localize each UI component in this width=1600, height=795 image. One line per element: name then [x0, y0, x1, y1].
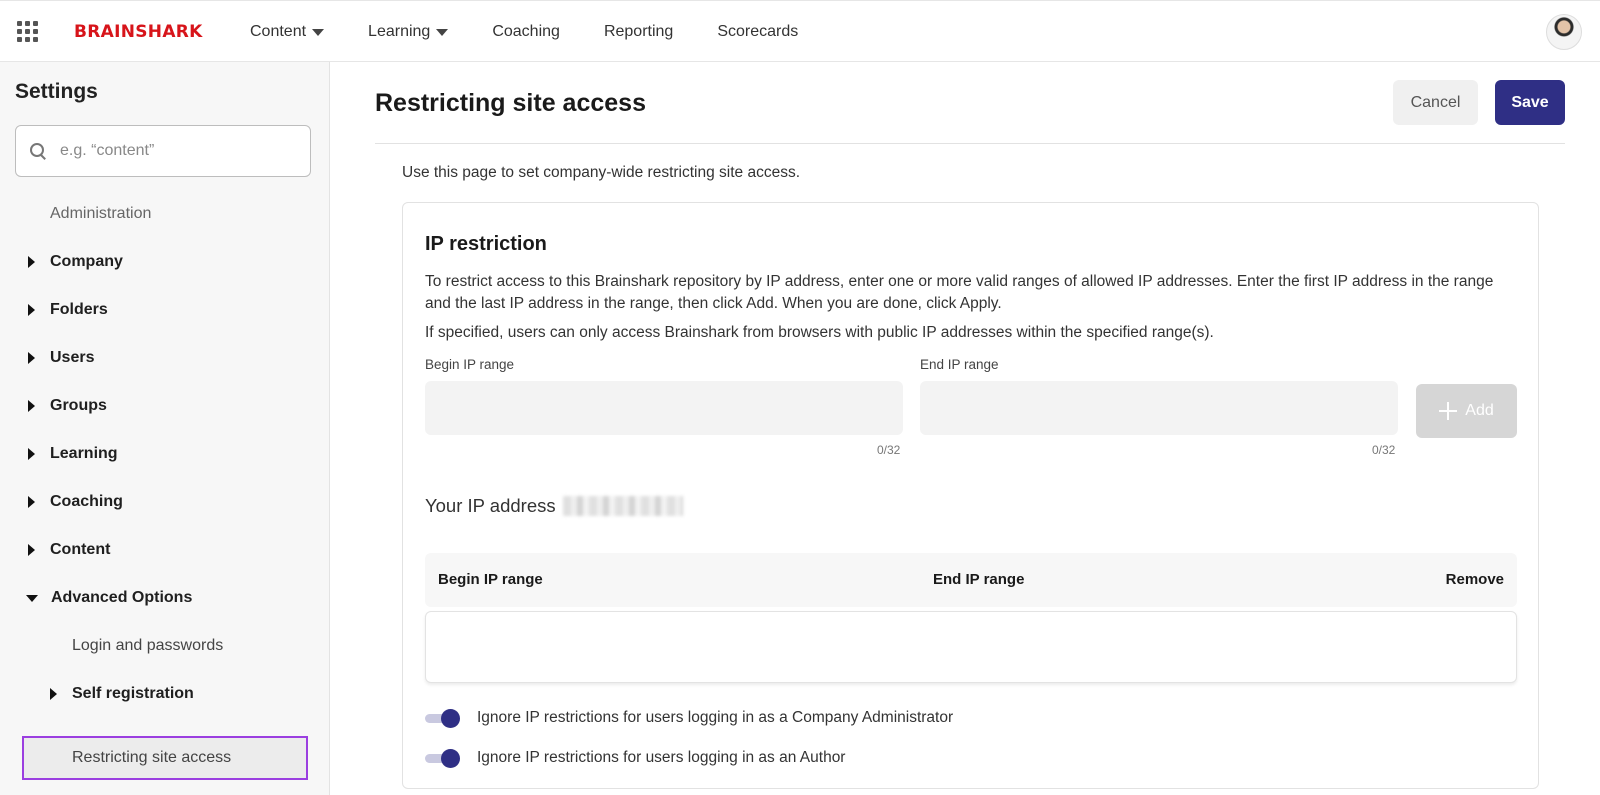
toggle-knob: [441, 749, 460, 768]
caret-right-icon: [28, 352, 35, 364]
ignore-author-toggle[interactable]: [425, 748, 461, 768]
sidebar-item-users[interactable]: Users: [0, 338, 330, 378]
nav-reporting-label: Reporting: [603, 23, 674, 40]
caret-right-icon: [28, 400, 35, 412]
page-intro-text: Use this page to set company-wide restri…: [402, 164, 801, 181]
end-ip-input[interactable]: [920, 381, 1398, 435]
save-button[interactable]: Save: [1495, 80, 1565, 125]
sidebar-item-advanced-options[interactable]: Advanced Options: [0, 578, 330, 618]
begin-ip-input[interactable]: [425, 381, 903, 435]
toggle-label: Ignore IP restrictions for users logging…: [477, 749, 846, 766]
toggle-row-author: Ignore IP restrictions for users logging…: [425, 748, 845, 768]
sidebar-item-label: Users: [50, 349, 95, 366]
app-grid-icon[interactable]: [17, 21, 39, 43]
your-ip-label: Your IP address: [425, 495, 556, 516]
nav-coaching[interactable]: Coaching: [492, 23, 560, 41]
sidebar-item-label: Login and passwords: [72, 637, 224, 654]
plus-icon: [1439, 402, 1458, 420]
nav-content[interactable]: Content: [250, 23, 325, 41]
page-title: Restricting site access: [375, 89, 646, 117]
nav-reporting[interactable]: Reporting: [604, 23, 673, 41]
header-divider: [375, 143, 1565, 144]
add-button-label: Add: [1465, 402, 1494, 419]
sidebar-item-groups[interactable]: Groups: [0, 386, 330, 426]
sidebar-item-label: Folders: [50, 301, 108, 318]
redacted-ip-value: [563, 496, 683, 516]
sidebar-item-label: Restricting site access: [72, 749, 232, 766]
ip-restriction-card: IP restriction To restrict access to thi…: [402, 202, 1539, 789]
caret-right-icon: [28, 256, 35, 268]
caret-right-icon: [28, 496, 35, 508]
cancel-button[interactable]: Cancel: [1393, 80, 1478, 125]
column-begin-ip: Begin IP range: [438, 571, 543, 588]
sidebar-item-content[interactable]: Content: [0, 530, 330, 570]
chevron-down-icon: [312, 28, 325, 36]
add-ip-range-button[interactable]: Add: [1416, 384, 1517, 438]
caret-right-icon: [28, 304, 35, 316]
sidebar-item-label: Company: [50, 253, 123, 270]
ip-restriction-description: To restrict access to this Brainshark re…: [425, 273, 1494, 312]
sidebar-item-label: Coaching: [50, 493, 123, 510]
begin-ip-counter: 0/32: [877, 443, 901, 457]
column-end-ip: End IP range: [933, 571, 1025, 588]
nav-scorecards-label: Scorecards: [717, 23, 799, 40]
chevron-down-icon: [436, 28, 449, 36]
sidebar-item-label: Learning: [50, 445, 118, 462]
sidebar-item-self-registration[interactable]: Self registration: [0, 674, 330, 714]
sidebar-item-coaching[interactable]: Coaching: [0, 482, 330, 522]
ip-range-table-body: [425, 611, 1517, 683]
column-remove: Remove: [1445, 571, 1504, 588]
brainshark-logo[interactable]: BRAINSHARK: [74, 22, 203, 42]
sidebar-item-restricting-site-access[interactable]: Restricting site access: [22, 736, 308, 780]
sidebar-item-folders[interactable]: Folders: [0, 290, 330, 330]
sidebar-item-label: Groups: [50, 397, 107, 414]
settings-sidebar: Settings Administration Company Folders …: [0, 62, 330, 795]
search-input[interactable]: [60, 142, 280, 160]
nav-learning-label: Learning: [368, 23, 431, 40]
nav-coaching-label: Coaching: [492, 23, 560, 40]
sidebar-item-login-passwords[interactable]: Login and passwords: [0, 626, 330, 666]
caret-down-icon: [26, 594, 38, 602]
nav-learning[interactable]: Learning: [368, 23, 449, 41]
begin-ip-label: Begin IP range: [425, 357, 515, 372]
top-navigation-bar: BRAINSHARK Content Learning Coaching Rep…: [0, 0, 1600, 62]
toggle-knob: [441, 709, 460, 728]
caret-right-icon: [28, 448, 35, 460]
sidebar-item-label: Advanced Options: [51, 589, 193, 606]
nav-content-label: Content: [250, 23, 307, 40]
sidebar-item-label: Administration: [50, 205, 152, 222]
ip-restriction-note: If specified, users can only access Brai…: [425, 324, 1214, 341]
main-nav: Content Learning Coaching Reporting Scor…: [250, 1, 842, 63]
toggle-label: Ignore IP restrictions for users logging…: [477, 709, 954, 726]
sidebar-item-label: Content: [50, 541, 111, 558]
settings-search: [15, 125, 311, 177]
sidebar-item-administration: Administration: [0, 194, 330, 234]
sidebar-title: Settings: [15, 80, 98, 103]
caret-right-icon: [28, 544, 35, 556]
ignore-admin-toggle[interactable]: [425, 708, 461, 728]
end-ip-label: End IP range: [920, 357, 999, 372]
end-ip-counter: 0/32: [1372, 443, 1396, 457]
card-title: IP restriction: [425, 233, 547, 255]
sidebar-item-label: Self registration: [72, 685, 194, 702]
ip-range-table-header: Begin IP range End IP range Remove: [425, 553, 1517, 607]
sidebar-item-company[interactable]: Company: [0, 242, 330, 282]
caret-right-icon: [50, 688, 57, 700]
nav-scorecards[interactable]: Scorecards: [717, 23, 798, 41]
sidebar-item-learning[interactable]: Learning: [0, 434, 330, 474]
user-avatar[interactable]: [1546, 14, 1582, 50]
search-icon: [30, 143, 46, 159]
toggle-row-admin: Ignore IP restrictions for users logging…: [425, 708, 953, 728]
